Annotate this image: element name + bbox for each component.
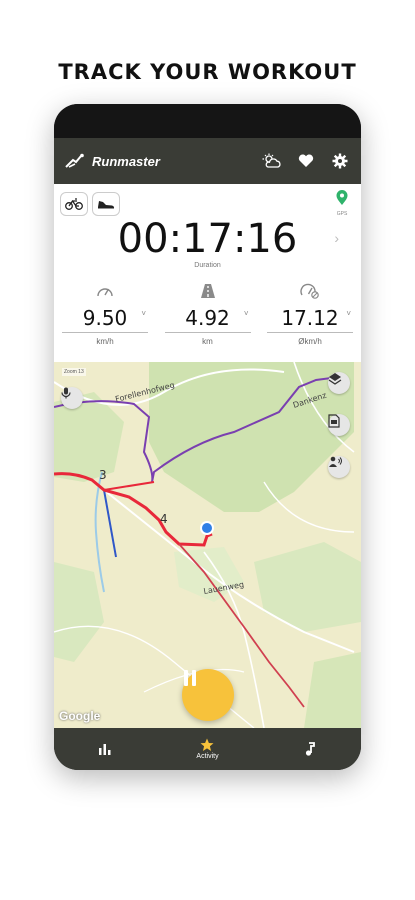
bicycle-mode-button[interactable] <box>60 192 88 216</box>
stat-speed[interactable]: 9.50 km/h ˅ <box>62 282 148 346</box>
gps-indicator[interactable]: GPS <box>333 190 351 217</box>
pause-icon <box>184 670 196 686</box>
google-attribution: Google <box>59 709 101 723</box>
stat-speed-unit: km/h <box>96 337 114 346</box>
speedometer-icon <box>97 288 113 297</box>
status-bar <box>54 104 361 138</box>
layers-button[interactable] <box>328 372 350 394</box>
stats-icon <box>99 743 111 755</box>
audio-coach-button[interactable] <box>328 456 350 478</box>
layers-icon <box>328 373 342 385</box>
star-icon <box>200 738 214 751</box>
headline: TRACK YOUR WORKOUT <box>58 60 357 84</box>
voice-button[interactable] <box>61 387 83 409</box>
workout-panel: GPS 00:17:16 Duration › 9.50 km/h ˅ 4.92… <box>54 184 361 362</box>
app-bar: Runmaster <box>54 138 361 184</box>
chevron-down-icon: ˅ <box>243 309 249 318</box>
nav-stats[interactable] <box>54 728 156 770</box>
average-speed-icon <box>300 283 319 299</box>
nav-activity-label: Activity <box>196 753 219 760</box>
weather-icon[interactable] <box>261 150 283 172</box>
duration-label: Duration <box>194 262 221 269</box>
bicycle-icon <box>65 198 83 210</box>
zoom-level: Zoom 13 <box>62 368 86 376</box>
stat-distance-value: 4.92 <box>164 306 251 333</box>
heart-icon[interactable] <box>295 150 317 172</box>
speaker-person-icon <box>329 456 342 467</box>
chevron-down-icon: ˅ <box>346 309 351 318</box>
bottom-navigation: Activity <box>54 728 361 770</box>
pause-button[interactable] <box>182 669 234 721</box>
stat-distance-unit: km <box>202 337 213 346</box>
map-document-icon <box>328 414 340 428</box>
stat-speed-value: 9.50 <box>62 306 148 333</box>
map-view[interactable]: Forellenhofweg Dankenz Lauenweg Zoom 13 … <box>54 362 361 728</box>
chevron-right-icon[interactable]: › <box>334 230 339 246</box>
waypoint-marker: 4 <box>160 512 168 526</box>
location-pin-icon <box>336 190 348 205</box>
stat-average-speed[interactable]: 17.12 Økm/h ˅ <box>267 282 353 346</box>
microphone-icon <box>61 387 71 399</box>
phone-frame: Runmaster GPS 00:17:16 Duration › 9.50 k… <box>54 104 361 770</box>
duration-value: 00:17:16 <box>117 216 298 262</box>
waypoint-marker: 3 <box>99 468 107 482</box>
map-download-button[interactable] <box>328 414 350 436</box>
chevron-down-icon: ˅ <box>141 309 146 318</box>
app-title: Runmaster <box>92 153 160 169</box>
stats-row: 9.50 km/h ˅ 4.92 km ˅ 17.12 Økm/h ˅ <box>62 282 353 346</box>
music-icon <box>305 741 315 756</box>
nav-activity[interactable]: Activity <box>156 728 258 770</box>
nav-music[interactable] <box>259 728 361 770</box>
running-mode-button[interactable] <box>92 192 120 216</box>
stat-average-speed-unit: Økm/h <box>298 337 322 346</box>
runner-logo-icon <box>65 153 84 168</box>
gear-icon[interactable] <box>329 150 351 172</box>
stat-distance[interactable]: 4.92 km ˅ <box>164 282 251 346</box>
shoe-icon <box>98 201 115 209</box>
stat-average-speed-value: 17.12 <box>267 306 353 333</box>
road-icon <box>200 284 215 298</box>
